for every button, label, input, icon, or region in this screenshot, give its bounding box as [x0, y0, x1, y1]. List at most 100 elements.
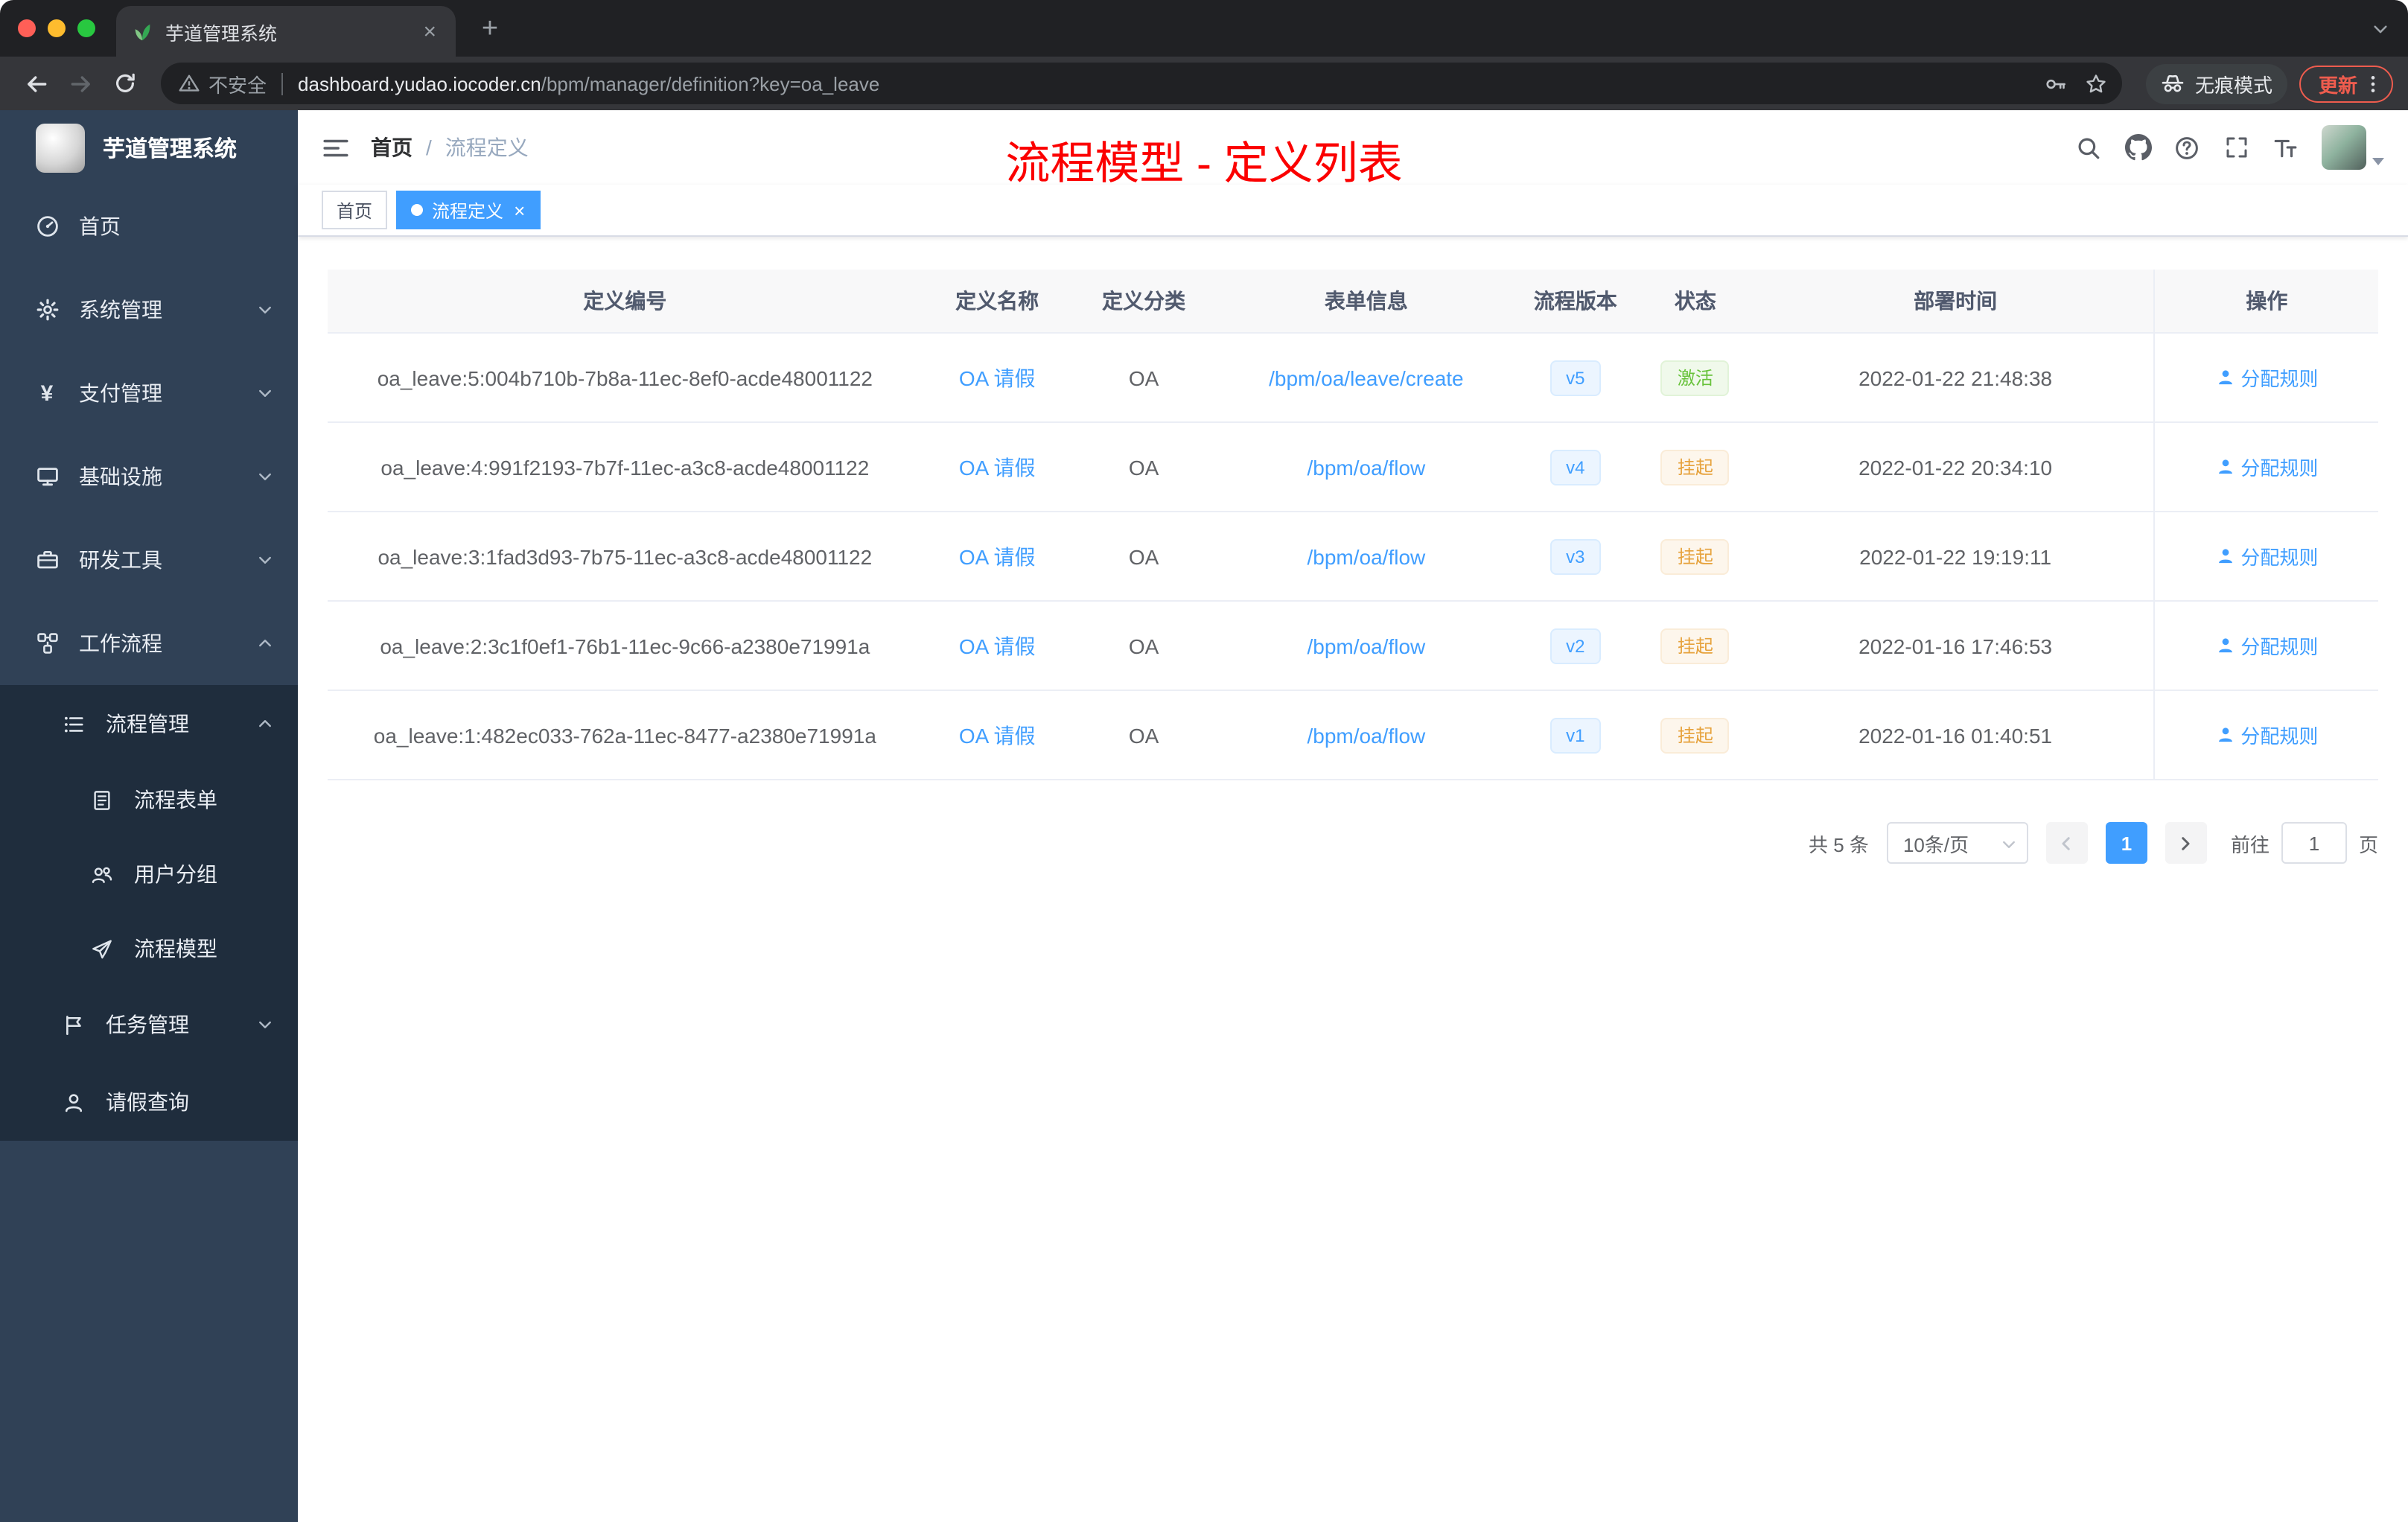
github-icon[interactable]: [2113, 123, 2162, 172]
form-link[interactable]: /bpm/oa/flow: [1307, 723, 1426, 747]
app-logo[interactable]: 芋道管理系统: [0, 110, 298, 185]
tag-label: 流程定义: [432, 200, 504, 221]
monitor-icon: [34, 464, 60, 489]
browser-tab[interactable]: 芋道管理系统 ×: [116, 6, 456, 57]
deploy-time: 2022-01-22 19:19:11: [1859, 544, 2052, 568]
reload-button[interactable]: [104, 63, 146, 104]
zoom-window-button[interactable]: [77, 19, 95, 37]
forward-button[interactable]: [60, 63, 101, 104]
sidebar-item-dev-tools[interactable]: 研发工具: [0, 518, 298, 602]
chevron-down-icon: [256, 468, 274, 485]
status-badge: 激活: [1660, 360, 1730, 395]
incognito-label: 无痕模式: [2194, 74, 2272, 96]
goto-page: 前往 页: [2231, 822, 2378, 864]
table-row: oa_leave:4:991f2193-7b7f-11ec-a3c8-acde4…: [328, 422, 2378, 512]
sidebar-item-label: 工作流程: [79, 631, 162, 655]
assign-rule-button[interactable]: 分配规则: [2215, 631, 2318, 660]
tab-search-chevron-icon[interactable]: [2371, 19, 2390, 39]
workflow-submenu: 流程管理 流程表单 用户分组 流程模型 任务管理 请假查询: [0, 685, 298, 1141]
col-deploy-time: 部署时间: [1756, 270, 2155, 334]
breadcrumb-separator: /: [426, 136, 432, 159]
sidebar-item-process-model[interactable]: 流程模型: [0, 911, 298, 986]
tags-view: 首页 流程定义 ×: [298, 185, 2408, 237]
sidebar-item-user-group[interactable]: 用户分组: [0, 837, 298, 911]
fullscreen-icon[interactable]: [2211, 123, 2261, 172]
sidebar-item-label: 支付管理: [79, 381, 162, 405]
breadcrumb-home[interactable]: 首页: [371, 133, 413, 162]
document-icon: [89, 787, 115, 812]
definition-name-link[interactable]: OA 请假: [959, 455, 1036, 479]
tag-close-icon[interactable]: ×: [514, 200, 525, 220]
sidebar-item-home[interactable]: 首页: [0, 185, 298, 268]
form-link[interactable]: /bpm/oa/flow: [1307, 544, 1426, 568]
form-link[interactable]: /bpm/oa/flow: [1307, 634, 1426, 657]
help-icon[interactable]: [2162, 123, 2211, 172]
definition-category: OA: [1128, 544, 1159, 568]
assign-rule-button[interactable]: 分配规则: [2215, 363, 2318, 392]
user-icon: [2218, 549, 2232, 564]
form-link[interactable]: /bpm/oa/leave/create: [1269, 366, 1464, 389]
logo-avatar: [36, 123, 85, 172]
table-row: oa_leave:1:482ec033-762a-11ec-8477-a2380…: [328, 690, 2378, 780]
version-tag: v4: [1549, 449, 1602, 485]
sidebar-item-process-mgmt[interactable]: 流程管理: [0, 685, 298, 762]
user-icon: [2218, 638, 2232, 653]
version-tag: v2: [1549, 628, 1602, 663]
password-key-icon[interactable]: [2036, 63, 2076, 104]
sidebar-item-infrastructure[interactable]: 基础设施: [0, 435, 298, 518]
chevron-left-icon: [2063, 836, 2071, 850]
definition-name-link[interactable]: OA 请假: [959, 723, 1036, 747]
assign-rule-label: 分配规则: [2240, 547, 2319, 569]
form-link[interactable]: /bpm/oa/flow: [1307, 455, 1426, 479]
assign-rule-button[interactable]: 分配规则: [2215, 721, 2318, 749]
pagination: 共 5 条 10条/页 1 前往 页: [328, 822, 2378, 864]
table-row: oa_leave:5:004b710b-7b8a-11ec-8ef0-acde4…: [328, 333, 2378, 423]
definition-id: oa_leave:3:1fad3d93-7b75-11ec-a3c8-acde4…: [378, 544, 873, 568]
hamburger-icon[interactable]: [322, 135, 350, 160]
page-content: 定义编号 定义名称 定义分类 表单信息 流程版本 状态 部署时间 操作 oa_l: [298, 237, 2408, 1522]
definition-name-link[interactable]: OA 请假: [959, 544, 1036, 568]
back-button[interactable]: [15, 63, 57, 104]
next-page-button[interactable]: [2165, 822, 2207, 864]
sidebar-item-payment-mgmt[interactable]: ¥ 支付管理: [0, 351, 298, 435]
sidebar-item-task-mgmt[interactable]: 任务管理: [0, 986, 298, 1063]
assign-rule-button[interactable]: 分配规则: [2215, 453, 2318, 481]
dashboard-icon: [34, 214, 60, 239]
bookmark-star-icon[interactable]: [2076, 63, 2116, 104]
sidebar-item-leave-query[interactable]: 请假查询: [0, 1063, 298, 1141]
sidebar-item-label: 流程管理: [106, 712, 189, 736]
not-secure-warning-icon: [179, 73, 200, 94]
sidebar-item-workflow[interactable]: 工作流程: [0, 602, 298, 685]
page-size-select[interactable]: 10条/页: [1886, 822, 2028, 864]
chrome-update-menu-button[interactable]: 更新: [2299, 65, 2393, 102]
minimize-window-button[interactable]: [48, 19, 66, 37]
sidebar-item-system-mgmt[interactable]: 系统管理: [0, 268, 298, 351]
address-bar[interactable]: 不安全 dashboard.yudao.iocoder.cn /bpm/mana…: [161, 63, 2122, 104]
sidebar-item-process-form[interactable]: 流程表单: [0, 762, 298, 837]
breadcrumb: 首页 / 流程定义: [371, 133, 529, 162]
tag-process-definition[interactable]: 流程定义 ×: [396, 191, 541, 229]
avatar[interactable]: [2322, 125, 2366, 170]
status-badge: 挂起: [1660, 449, 1730, 485]
sidebar-item-label: 基础设施: [79, 465, 162, 488]
assign-rule-label: 分配规则: [2240, 725, 2319, 748]
assign-rule-label: 分配规则: [2240, 457, 2319, 480]
tab-close-icon[interactable]: ×: [418, 19, 441, 44]
security-label[interactable]: 不安全: [208, 69, 267, 98]
page-number-button[interactable]: 1: [2105, 822, 2147, 864]
active-dot: [411, 204, 424, 216]
goto-page-input[interactable]: [2281, 822, 2347, 864]
assign-rule-button[interactable]: 分配规则: [2215, 542, 2318, 570]
user-menu[interactable]: [2322, 125, 2384, 170]
definition-name-link[interactable]: OA 请假: [959, 366, 1036, 389]
url-path: /bpm/manager/definition?key=oa_leave: [541, 72, 880, 95]
sidebar-item-label: 用户分组: [134, 862, 217, 886]
new-tab-button[interactable]: +: [471, 10, 509, 49]
search-icon[interactable]: [2064, 123, 2113, 172]
prev-page-button[interactable]: [2045, 822, 2088, 864]
definition-name-link[interactable]: OA 请假: [959, 634, 1036, 657]
tag-home[interactable]: 首页: [322, 191, 388, 229]
col-definition-name: 定义名称: [922, 270, 1072, 334]
close-window-button[interactable]: [18, 19, 36, 37]
font-size-icon[interactable]: [2261, 123, 2310, 172]
